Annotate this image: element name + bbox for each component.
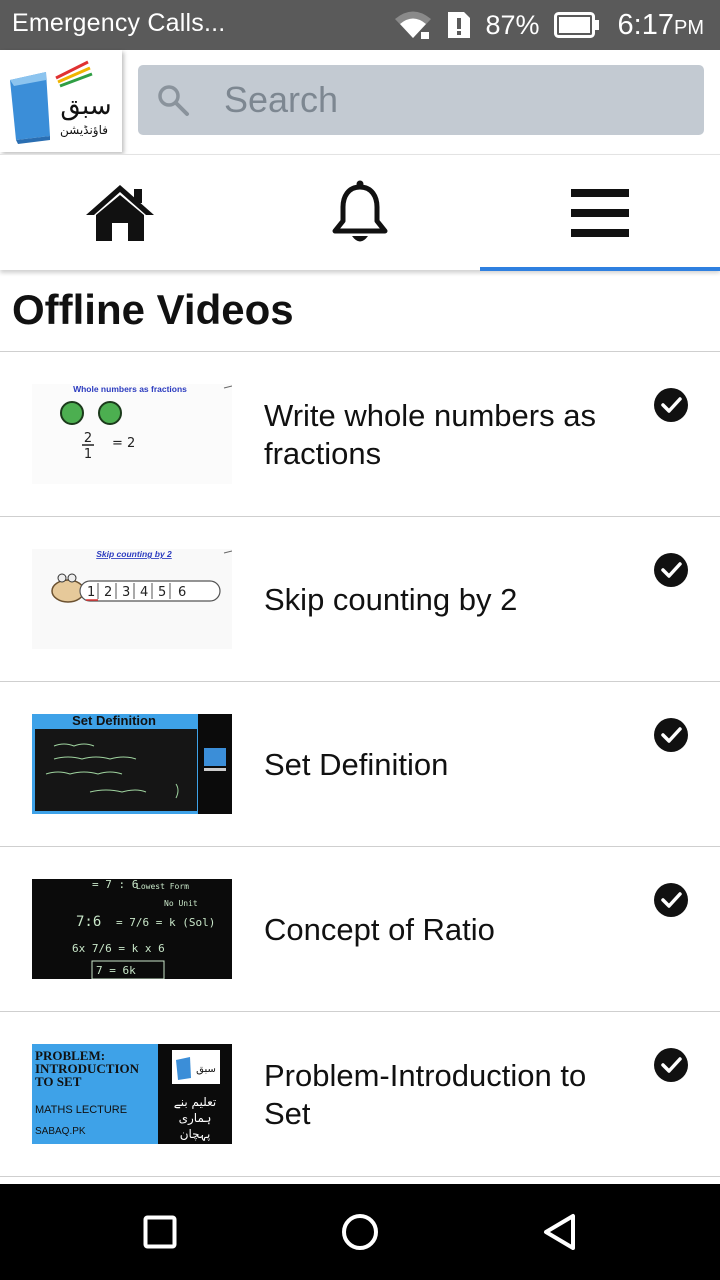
thumb-caption: 7:6 — [76, 914, 101, 930]
tab-notifications[interactable] — [240, 155, 480, 271]
video-thumbnail: Set Definition — [32, 714, 232, 814]
triangle-back-icon — [544, 1214, 575, 1250]
check-circle-icon — [654, 883, 688, 917]
video-thumbnail: Whole numbers as fractions 2 1 = 2 — [32, 384, 232, 484]
thumb-number: 2 — [104, 585, 112, 600]
video-title: Concept of Ratio — [264, 911, 495, 947]
check-circle-icon — [654, 718, 688, 752]
thumb-site: SABAQ.PK — [35, 1126, 86, 1137]
video-title: Set Definition — [264, 746, 449, 782]
thumb-caption: Skip counting by 2 — [96, 549, 172, 559]
video-title: Skip counting by 2 — [264, 581, 518, 617]
thumb-urdu-text: تعلیم بنے ہماری پہچان — [173, 1095, 217, 1141]
thumb-caption: PROBLEM: INTRODUCTION TO SET — [35, 1048, 140, 1089]
logo-text: سبق — [60, 91, 111, 121]
thumb-number: 5 — [158, 585, 166, 600]
recent-apps-button[interactable] — [100, 1184, 220, 1280]
menu-icon — [571, 189, 629, 237]
clock: 6:17PM — [618, 9, 704, 42]
video-item[interactable]: Whole numbers as fractions 2 1 = 2 Write… — [0, 351, 720, 516]
search-icon — [158, 85, 189, 116]
thumb-caption: Whole numbers as fractions — [73, 384, 187, 394]
svg-text:= 7 : 6: = 7 : 6 — [92, 879, 138, 891]
thumb-logo-panel: سبق تعلیم بنے ہماری پہچان — [158, 1044, 232, 1144]
search-input[interactable] — [224, 73, 684, 127]
tab-menu[interactable] — [480, 155, 720, 271]
thumb-number: 6 — [178, 585, 186, 600]
thumb-number: 3 — [122, 585, 130, 600]
logo-subtext: فاؤنڈیشن — [60, 123, 108, 138]
video-item[interactable]: = 7 : 6 Lowest Form No Unit 7:6 = 7/6 = … — [0, 846, 720, 1011]
video-list: Whole numbers as fractions 2 1 = 2 Write… — [0, 351, 720, 1184]
video-title: Write whole numbers as fractions — [264, 397, 596, 471]
thumb-number: 1 — [87, 585, 95, 600]
sabaq-logo-icon: سبق — [172, 1050, 220, 1084]
video-title: Problem-Introduction to Set — [264, 1057, 587, 1131]
clock-ampm: PM — [674, 16, 704, 39]
page-title: Offline Videos — [12, 286, 294, 333]
svg-text:2: 2 — [84, 431, 92, 446]
sabaq-logo-icon: سبق فاؤنڈیشن — [10, 60, 112, 144]
battery-percent: 87% — [485, 9, 540, 40]
check-circle-icon — [654, 1048, 688, 1082]
svg-text:7 = 6k: 7 = 6k — [96, 964, 136, 977]
square-icon — [143, 1215, 177, 1249]
svg-text:1: 1 — [84, 447, 92, 462]
status-bar: Emergency Calls... 87% 6:17PM — [0, 0, 720, 50]
tab-bar — [0, 154, 720, 271]
thumb-caption: Set Definition — [72, 714, 156, 728]
check-circle-icon — [654, 553, 688, 587]
clock-time: 6:17 — [617, 8, 674, 41]
svg-text:= 7/6 = k (Sol): = 7/6 = k (Sol) — [116, 916, 215, 929]
search-bar[interactable] — [138, 65, 704, 135]
svg-text:6x 7/6 = k x 6: 6x 7/6 = k x 6 — [72, 942, 165, 955]
check-circle-icon — [654, 388, 688, 422]
video-item[interactable]: Skip counting by 2 1 2 3 4 5 6 Skip coun… — [0, 516, 720, 681]
battery-icon — [553, 12, 599, 38]
home-icon — [86, 185, 154, 241]
video-item[interactable]: Set Definition Set Definition — [0, 681, 720, 846]
thumb-subtitle: MATHS LECTURE — [35, 1104, 128, 1116]
svg-text:No Unit: No Unit — [164, 899, 198, 908]
video-item[interactable]: PROBLEM: INTRODUCTION TO SET MATHS LECTU… — [0, 1011, 720, 1176]
wifi-icon — [394, 11, 431, 39]
tab-home[interactable] — [0, 155, 240, 271]
app-bar: سبق فاؤنڈیشن — [0, 50, 720, 154]
back-button[interactable] — [500, 1184, 620, 1280]
home-button[interactable] — [300, 1184, 420, 1280]
svg-text:سبق: سبق — [196, 1064, 216, 1075]
bell-icon — [332, 180, 388, 242]
list-divider — [0, 1176, 720, 1184]
video-thumbnail: PROBLEM: INTRODUCTION TO SET MATHS LECTU… — [32, 1044, 232, 1144]
svg-text:= 2: = 2 — [112, 436, 135, 451]
sim-alert-icon — [447, 12, 470, 38]
video-thumbnail: Skip counting by 2 1 2 3 4 5 6 — [32, 549, 232, 649]
app-logo[interactable]: سبق فاؤنڈیشن — [0, 50, 122, 152]
carrier-label: Emergency Calls... — [12, 9, 226, 37]
video-thumbnail: = 7 : 6 Lowest Form No Unit 7:6 = 7/6 = … — [32, 879, 232, 979]
thumb-number: 4 — [140, 585, 148, 600]
svg-text:Lowest Form: Lowest Form — [136, 882, 189, 891]
system-nav-bar — [0, 1184, 720, 1280]
circle-icon — [342, 1214, 378, 1250]
